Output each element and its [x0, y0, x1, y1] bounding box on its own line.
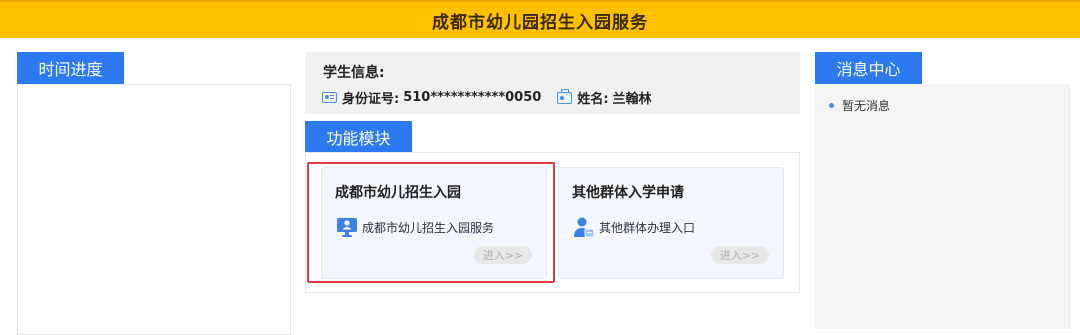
- enter-button[interactable]: 进入>>: [711, 246, 769, 264]
- name-card-icon: [557, 88, 573, 104]
- student-info-heading: 学生信息:: [323, 65, 385, 81]
- message-center-title: 消息中心: [815, 52, 922, 90]
- message-text: 暂无消息: [842, 99, 891, 113]
- name-label: 姓名:: [577, 92, 609, 107]
- timeline-panel: [17, 84, 291, 335]
- bullet-dot-icon: [829, 103, 834, 108]
- function-module-title: 功能模块: [305, 121, 412, 159]
- name-value: 兰翰林: [612, 92, 652, 107]
- timeline-panel-title: 时间进度: [17, 52, 124, 90]
- id-card-icon: [322, 92, 337, 103]
- id-number-value: 510***********0050: [403, 90, 542, 105]
- message-center-panel: 暂无消息: [815, 84, 1071, 329]
- id-number-label: 身份证号:: [342, 92, 400, 107]
- top-header-bar: 成都市幼儿园招生入园服务: [0, 0, 1080, 38]
- person-badge-icon: [574, 217, 595, 238]
- other-groups-application-card[interactable]: 其他群体入学申请 其他群体办理入口 进入>>: [558, 167, 784, 279]
- card-subtitle-row: 其他群体办理入口: [573, 216, 695, 238]
- page-title: 成都市幼儿园招生入园服务: [432, 12, 648, 33]
- selected-card-highlight: [307, 162, 555, 283]
- message-list-item: 暂无消息: [829, 97, 890, 114]
- card-title: 其他群体入学申请: [572, 185, 684, 201]
- student-info-panel: 学生信息: 身份证号: 510***********0050 姓名: 兰翰林: [305, 52, 800, 114]
- card-subtitle: 其他群体办理入口: [599, 220, 696, 235]
- student-info-row: 身份证号: 510***********0050 姓名: 兰翰林: [322, 88, 652, 107]
